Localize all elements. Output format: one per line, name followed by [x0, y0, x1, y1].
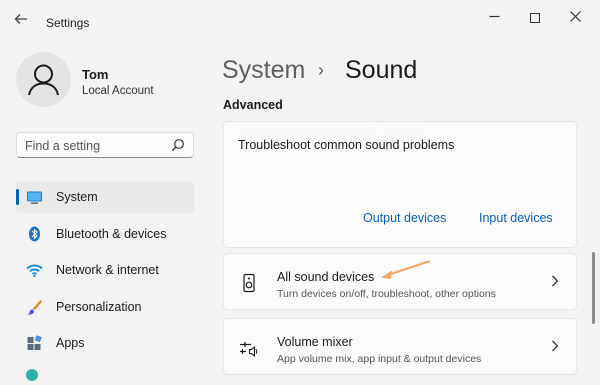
avatar[interactable]	[16, 52, 71, 107]
sidebar-item-system[interactable]: System	[16, 181, 194, 213]
row-title: Volume mixer	[277, 335, 353, 349]
row-description: App volume mix, app input & output devic…	[277, 353, 482, 365]
breadcrumb-separator: ›	[318, 60, 324, 80]
minimize-icon	[489, 15, 499, 18]
volume-mixer-row[interactable]: Volume mixer App volume mix, app input &…	[223, 318, 577, 375]
page-title: Sound	[345, 56, 418, 84]
row-title: All sound devices	[277, 270, 375, 284]
annotation-arrow-icon	[381, 259, 431, 279]
close-button[interactable]	[562, 6, 588, 28]
search-input[interactable]	[25, 137, 175, 154]
sidebar-item-label: Bluetooth & devices	[56, 227, 167, 241]
person-icon	[28, 64, 59, 96]
search-box[interactable]	[16, 132, 194, 158]
scrollbar[interactable]	[592, 252, 595, 324]
output-devices-link[interactable]: Output devices	[363, 211, 446, 225]
back-arrow-icon	[14, 14, 27, 24]
sidebar-item-label: Personalization	[56, 300, 142, 314]
monitor-icon	[26, 189, 43, 205]
watermark: top-password.com	[238, 118, 426, 141]
breadcrumb-parent[interactable]: System	[222, 56, 305, 85]
title-bar: Settings	[0, 0, 600, 36]
sidebar-item-label: Network & internet	[56, 263, 159, 277]
row-description: Turn devices on/off, troubleshoot, other…	[277, 288, 496, 300]
speaker-icon	[239, 273, 259, 293]
chevron-right-icon	[550, 338, 560, 354]
close-icon	[569, 11, 581, 22]
search-icon[interactable]	[171, 138, 185, 152]
input-devices-link[interactable]: Input devices	[479, 211, 553, 225]
section-title: Advanced	[223, 98, 283, 112]
sidebar-item-label: Apps	[56, 336, 85, 350]
back-button[interactable]	[10, 10, 32, 28]
sidebar-item-personalization[interactable]: Personalization	[16, 291, 194, 323]
wifi-icon	[26, 262, 43, 278]
selection-indicator	[16, 189, 19, 205]
sidebar-item-bluetooth[interactable]: Bluetooth & devices	[16, 218, 194, 250]
mixer-icon	[239, 338, 259, 358]
clipped-nav-icon	[26, 369, 38, 381]
chevron-right-icon	[550, 273, 560, 289]
sidebar-item-label: System	[56, 190, 98, 204]
sidebar-item-network[interactable]: Network & internet	[16, 254, 194, 286]
apps-icon	[26, 335, 43, 351]
account-type: Local Account	[82, 85, 154, 97]
maximize-button[interactable]	[522, 6, 548, 28]
minimize-button[interactable]	[481, 6, 507, 28]
settings-window: Settings Tom Local Account System	[0, 0, 600, 385]
brush-icon	[26, 299, 43, 315]
sidebar-item-apps[interactable]: Apps	[16, 327, 194, 359]
profile-name: Tom	[82, 67, 109, 82]
app-title: Settings	[46, 16, 90, 30]
bluetooth-icon	[26, 226, 43, 242]
maximize-icon	[530, 12, 540, 23]
